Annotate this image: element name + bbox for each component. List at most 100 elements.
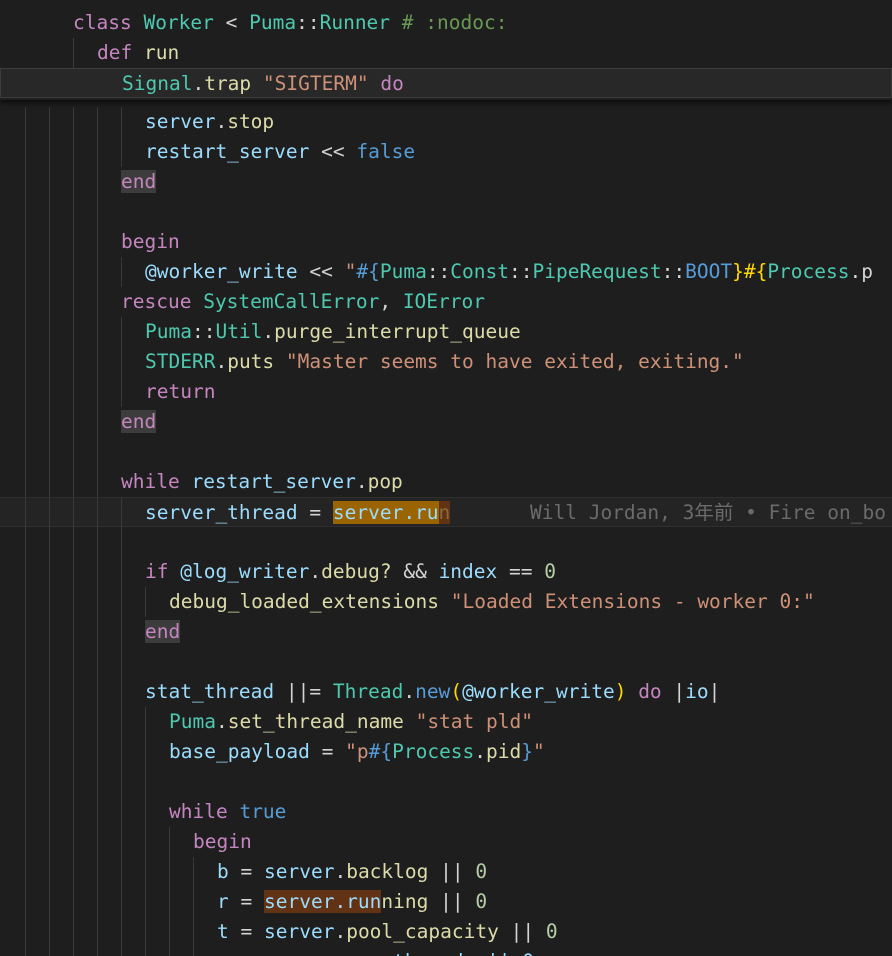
operator: ||= [285, 680, 322, 703]
operator: < [213, 11, 250, 34]
code-line[interactable]: b = server.backlog || 0 [0, 857, 892, 887]
indent-guide [121, 737, 122, 767]
indent-guide [121, 887, 122, 917]
indent-guide [73, 377, 74, 407]
indent-guide [97, 647, 98, 677]
code-line[interactable]: return [0, 377, 892, 407]
git-blame-annotation[interactable]: Will Jordan, 3年前 • Fire on_bo [530, 498, 886, 528]
code-line[interactable] [0, 437, 892, 467]
code-line[interactable]: while restart_server.pop [0, 467, 892, 497]
keyword: end [121, 410, 157, 433]
indent-guide [25, 887, 26, 917]
code-line[interactable]: t = server.pool_capacity || 0 [0, 917, 892, 947]
indent-guide [145, 857, 146, 887]
code-line[interactable]: end [0, 617, 892, 647]
code-line[interactable]: r = server.running || 0 [0, 887, 892, 917]
code-line[interactable]: if @log_writer.debug? && index == 0 [0, 557, 892, 587]
indent-guide [73, 797, 74, 827]
indent-guide [25, 437, 26, 467]
keyword: do [380, 72, 404, 95]
code-line[interactable]: begin [0, 227, 892, 257]
indent-guide [73, 857, 74, 887]
method-name: new [415, 680, 451, 703]
string-quote: " [344, 260, 357, 283]
method-name: run [143, 41, 180, 64]
current-line[interactable]: server_thread = server.run Will Jordan, … [0, 497, 892, 528]
identifier: server [264, 920, 335, 943]
indent-guide [25, 647, 26, 677]
indent-guide [121, 257, 122, 287]
interpolation-end: } [521, 740, 534, 763]
indent-guide [25, 617, 26, 647]
code-line[interactable]: base_payload = "p#{Process.pid}" [0, 737, 892, 767]
indent-guide [73, 437, 74, 467]
indent-guide [25, 557, 26, 587]
sticky-line[interactable]: class Worker < Puma::Runner # :nodoc: [0, 8, 892, 38]
code-line[interactable]: rescue SystemCallError, IOError [0, 287, 892, 317]
indent-guide [73, 317, 74, 347]
indent-guide [97, 947, 98, 956]
code-line[interactable] [0, 527, 892, 557]
constant: SystemCallError [203, 290, 380, 313]
operator: = [240, 860, 253, 883]
string-quote: " [533, 740, 545, 763]
indent-guide [25, 467, 26, 497]
indent-guide [73, 287, 74, 317]
code-line[interactable]: server.stop [0, 107, 892, 137]
sticky-line[interactable]: class Cluster < Puma::Runner [0, 0, 892, 8]
string-literal: "SIGTERM" [262, 72, 369, 95]
sticky-scroll-header[interactable]: class Cluster < Puma::Runner class Worke… [0, 0, 892, 100]
indent-guide [25, 827, 26, 857]
keyword: class [73, 11, 132, 34]
code-line[interactable]: Puma.set_thread_name "stat pld" [0, 707, 892, 737]
indent-guide [121, 527, 122, 557]
sticky-line[interactable]: def run [0, 38, 892, 68]
indent-guide [73, 557, 74, 587]
indent-guide [73, 197, 74, 227]
indent-guide [97, 107, 98, 137]
code-line[interactable] [0, 767, 892, 797]
keyword: end [121, 170, 157, 193]
punctuation: . [262, 320, 275, 343]
code-line[interactable]: while true [0, 797, 892, 827]
code-line[interactable]: m = server.max_threads || 0 [0, 947, 892, 956]
code-line[interactable]: end [0, 407, 892, 437]
indent-guide [97, 857, 98, 887]
code-line[interactable]: STDERR.puts "Master seems to have exited… [0, 347, 892, 377]
operator: = [309, 501, 322, 524]
literal: true [239, 800, 287, 823]
indent-guide [121, 617, 122, 647]
method-name: puts [227, 350, 275, 373]
code-line[interactable]: begin [0, 827, 892, 857]
keyword: while [121, 470, 180, 493]
code-line[interactable]: Puma::Util.purge_interrupt_queue [0, 317, 892, 347]
indent-guide [49, 197, 50, 227]
indent-guide [49, 137, 50, 167]
punctuation: | [673, 680, 686, 703]
indent-guide [49, 707, 50, 737]
indent-guide [49, 827, 50, 857]
constant: Thread [332, 680, 404, 703]
indent-guide [97, 317, 98, 347]
indent-guide [121, 347, 122, 377]
sticky-line[interactable]: Signal.trap "SIGTERM" do [0, 68, 892, 98]
indent-guide [97, 498, 98, 528]
code-line[interactable]: restart_server << false [0, 137, 892, 167]
code-line[interactable]: @worker_write << "#{Puma::Const::PipeReq… [0, 257, 892, 287]
string-literal: "p [345, 740, 369, 763]
indent-guide [73, 617, 74, 647]
keyword: if [145, 560, 169, 583]
interpolation-end: } [732, 260, 744, 283]
indent-guide [25, 347, 26, 377]
code-line[interactable] [0, 647, 892, 677]
indent-guide [97, 677, 98, 707]
code-editor[interactable]: server.stop restart_server << false end … [0, 0, 892, 956]
indent-guide [121, 767, 122, 797]
code-line[interactable] [0, 197, 892, 227]
indent-guide [73, 137, 74, 167]
code-line[interactable]: end [0, 167, 892, 197]
indent-guide [193, 947, 194, 956]
code-line[interactable]: stat_thread ||= Thread.new(@worker_write… [0, 677, 892, 707]
operator: << [321, 140, 345, 163]
code-line[interactable]: debug_loaded_extensions "Loaded Extensio… [0, 587, 892, 617]
